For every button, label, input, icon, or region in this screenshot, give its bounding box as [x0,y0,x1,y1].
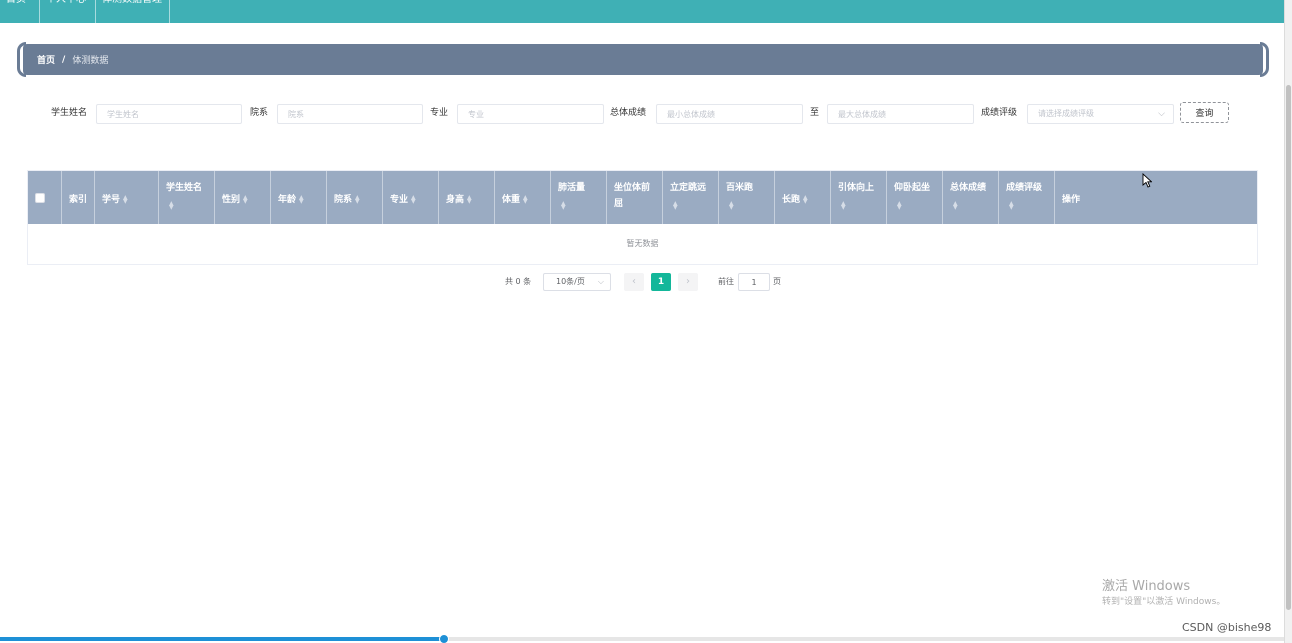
sort-icon[interactable]: ▲ ▼ [841,201,846,211]
sort-icon[interactable]: ▲ ▼ [523,194,528,204]
min-total-score-input[interactable] [656,104,803,124]
column-header-lung-capacity[interactable]: 肺活量 ▲ ▼ [551,171,607,224]
column-header-actions: 操作 [1062,195,1081,205]
column-header-student-name[interactable]: 学生姓名 ▲ ▼ [159,171,215,224]
breadcrumb-home[interactable]: 首页 [37,53,55,66]
sort-icon[interactable]: ▲ ▼ [467,194,472,204]
sort-icon[interactable]: ▲ ▼ [953,201,958,211]
chevron-right-icon: › [686,276,690,287]
column-header-long-jump[interactable]: 立定跳远 ▲ ▼ [663,171,719,224]
sort-icon[interactable]: ▲ ▼ [411,194,416,204]
column-header-pull-ups[interactable]: 引体向上 ▲ ▼ [831,171,887,224]
student-name-input[interactable] [96,104,242,124]
top-nav-bar: 首页 个人中心 体测数据管理 [0,0,1284,23]
range-to-label: 至 [810,108,820,118]
scrollbar-thumb[interactable] [1286,85,1291,610]
sort-icon[interactable]: ▲ ▼ [299,194,304,204]
major-label: 专业 [430,108,449,118]
total-score-label: 总体成绩 [610,108,647,118]
chevron-down-icon: ⌵ [597,277,604,286]
major-input[interactable] [457,104,604,124]
sort-icon[interactable]: ▲ ▼ [897,201,902,211]
bottom-progress-fill [0,637,444,641]
sort-icon[interactable]: ▲ ▼ [673,201,678,211]
college-label: 院系 [250,108,269,118]
table-empty-state: 暂无数据 [626,239,659,248]
sort-icon[interactable]: ▲ ▼ [355,194,360,204]
sort-icon[interactable]: ▲ ▼ [243,194,248,204]
column-header-age[interactable]: 年龄 ▲ ▼ [271,171,327,224]
mouse-cursor-icon [1142,173,1152,188]
column-header-long-distance-run[interactable]: 长跑 ▲ ▼ [775,171,831,224]
bottom-progress-track[interactable] [0,634,1284,643]
windows-activation-subtitle: 转到"设置"以激活 Windows。 [1102,597,1226,607]
student-name-label: 学生姓名 [51,108,88,118]
column-header-100m-run[interactable]: 百米跑 ▲ ▼ [719,171,775,224]
column-header-sit-ups[interactable]: 仰卧起坐 ▲ ▼ [887,171,943,224]
grade-label: 成绩评级 [981,108,1018,118]
page-size-select[interactable]: 10条/页 ⌵ [543,273,611,291]
column-header-major[interactable]: 专业 ▲ ▼ [383,171,439,224]
csdn-watermark: CSDN @bishe98 [1182,621,1272,634]
goto-label: 前往 [718,277,734,286]
column-header-gender[interactable]: 性别 ▲ ▼ [215,171,271,224]
prev-page-button[interactable]: ‹ [624,273,644,291]
column-header-weight[interactable]: 体重 ▲ ▼ [495,171,551,224]
breadcrumb-separator: / [62,54,66,65]
page-number-current[interactable]: 1 [651,273,671,291]
column-header-college[interactable]: 院系 ▲ ▼ [327,171,383,224]
fitness-data-table: 索引 学号 ▲ ▼ 学生姓名 ▲ ▼ 性别 ▲ ▼ 年龄 ▲ ▼ 院系 ▲ ▼ 专业 ▲ ▼ 身高 ▲ ▼ … [27,170,1258,265]
goto-page-input[interactable] [738,273,770,291]
college-input[interactable] [277,104,423,124]
column-header-student-id[interactable]: 学号 ▲ ▼ [95,171,159,224]
grade-select[interactable]: 请选择成绩评级 ⌵ [1027,104,1174,124]
breadcrumb-banner: 首页 / 体测数据 [17,42,1269,77]
column-header-total-score[interactable]: 总体成绩 ▲ ▼ [943,171,999,224]
vertical-scrollbar[interactable] [1284,0,1292,643]
sort-icon[interactable]: ▲ ▼ [123,194,128,204]
page-size-value: 10条/页 [556,277,585,286]
sort-icon[interactable]: ▲ ▼ [169,201,174,211]
sort-icon[interactable]: ▲ ▼ [1009,201,1014,211]
max-total-score-input[interactable] [827,104,974,124]
sort-icon[interactable]: ▲ ▼ [803,194,808,204]
select-all-column [28,171,62,224]
chevron-down-icon: ⌵ [1158,109,1165,119]
bottom-progress-knob[interactable] [439,634,449,643]
column-header-grade[interactable]: 成绩评级 ▲ ▼ [999,171,1055,224]
nav-item-profile[interactable]: 个人中心 [40,0,96,23]
grade-select-placeholder: 请选择成绩评级 [1038,109,1094,118]
select-all-checkbox[interactable] [35,193,45,203]
table-header: 索引 学号 ▲ ▼ 学生姓名 ▲ ▼ 性别 ▲ ▼ 年龄 ▲ ▼ 院系 ▲ ▼ 专业 ▲ ▼ 身高 ▲ ▼ … [28,171,1257,224]
nav-item-home[interactable]: 首页 [0,0,40,23]
total-count-text: 共 0 条 [505,277,532,286]
windows-activation-title: 激活 Windows [1102,579,1191,594]
column-header-index: 索引 [62,171,95,224]
next-page-button[interactable]: › [678,273,698,291]
breadcrumb: 首页 / 体测数据 [23,44,1263,75]
page-unit-label: 页 [773,277,781,286]
chevron-left-icon: ‹ [632,276,636,287]
column-header-sit-and-reach[interactable]: 坐位体前屈 [607,171,663,224]
query-button[interactable]: 查询 [1180,102,1229,123]
sort-icon[interactable]: ▲ ▼ [561,201,566,211]
column-header-height[interactable]: 身高 ▲ ▼ [439,171,495,224]
sort-icon[interactable]: ▲ ▼ [729,201,734,211]
breadcrumb-current: 体测数据 [72,56,109,66]
nav-item-fitness-data[interactable]: 体测数据管理 [96,0,170,23]
